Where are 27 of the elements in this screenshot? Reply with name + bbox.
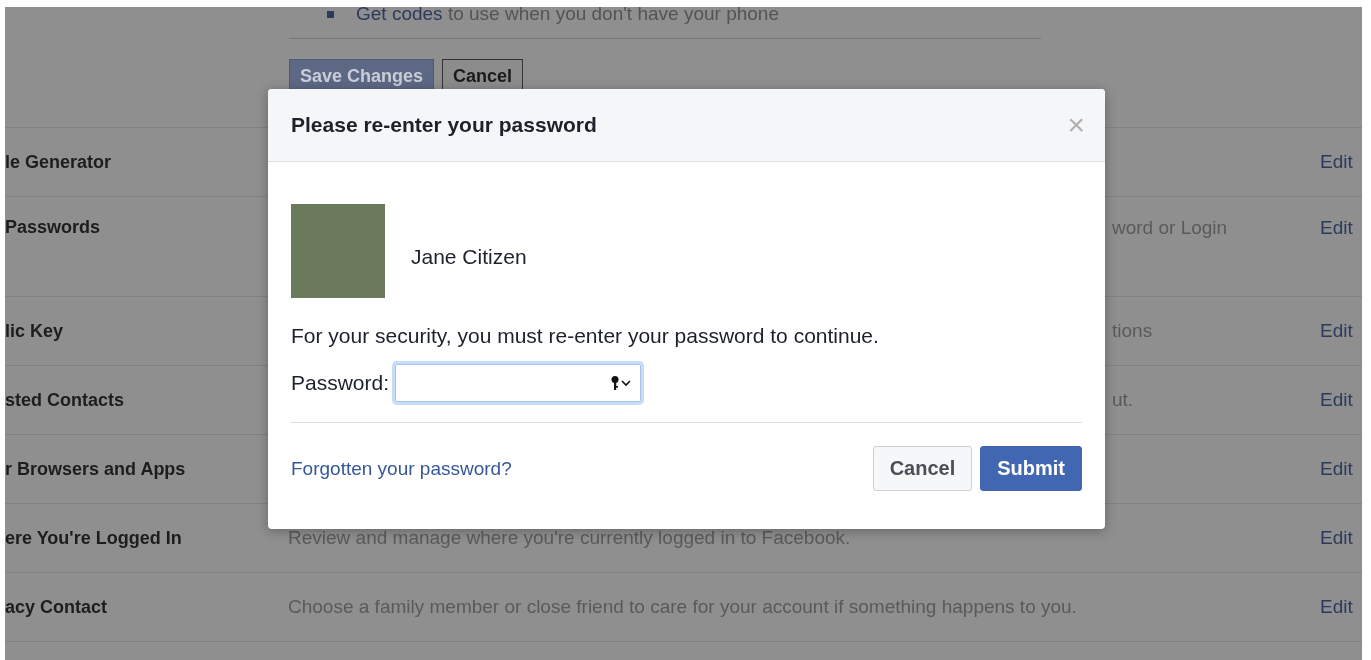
dialog-button[interactable]: Submit [980,446,1082,491]
edit-link[interactable]: Edit [1320,389,1362,411]
forgot-password-link[interactable]: Forgotten your password? [291,457,512,480]
password-label: Password: [291,371,390,395]
password-field[interactable] [395,364,642,402]
setting-label: r Browsers and Apps [5,458,187,480]
bullet-icon [327,10,334,18]
user-name: Jane Citizen [411,245,527,269]
dialog-button[interactable]: Cancel [872,446,973,491]
setting-label: Passwords [5,217,102,238]
setting-label: acy Contact [5,596,109,618]
form-button[interactable]: Cancel [442,59,524,91]
setting-label: le Generator [5,151,113,173]
edit-link[interactable]: Edit [1320,458,1362,480]
security-message: For your security, you must re-enter your password to continue. [291,324,880,348]
setting-label: sted Contacts [5,389,126,411]
setting-label: ere You're Logged In [5,527,183,549]
dialog-title: Please re-enter your password [291,113,597,137]
edit-link[interactable]: Edit [1320,320,1362,342]
close-button[interactable]: × [1067,110,1085,140]
edit-link[interactable]: Edit [1320,527,1362,549]
setting-label: lic Key [5,320,65,342]
key-icon[interactable] [610,375,633,391]
edit-link[interactable]: Edit [1320,596,1362,618]
edit-link[interactable]: Edit [1320,217,1362,239]
get-codes-link[interactable]: Get codes [356,7,443,24]
edit-link[interactable]: Edit [1320,151,1362,173]
